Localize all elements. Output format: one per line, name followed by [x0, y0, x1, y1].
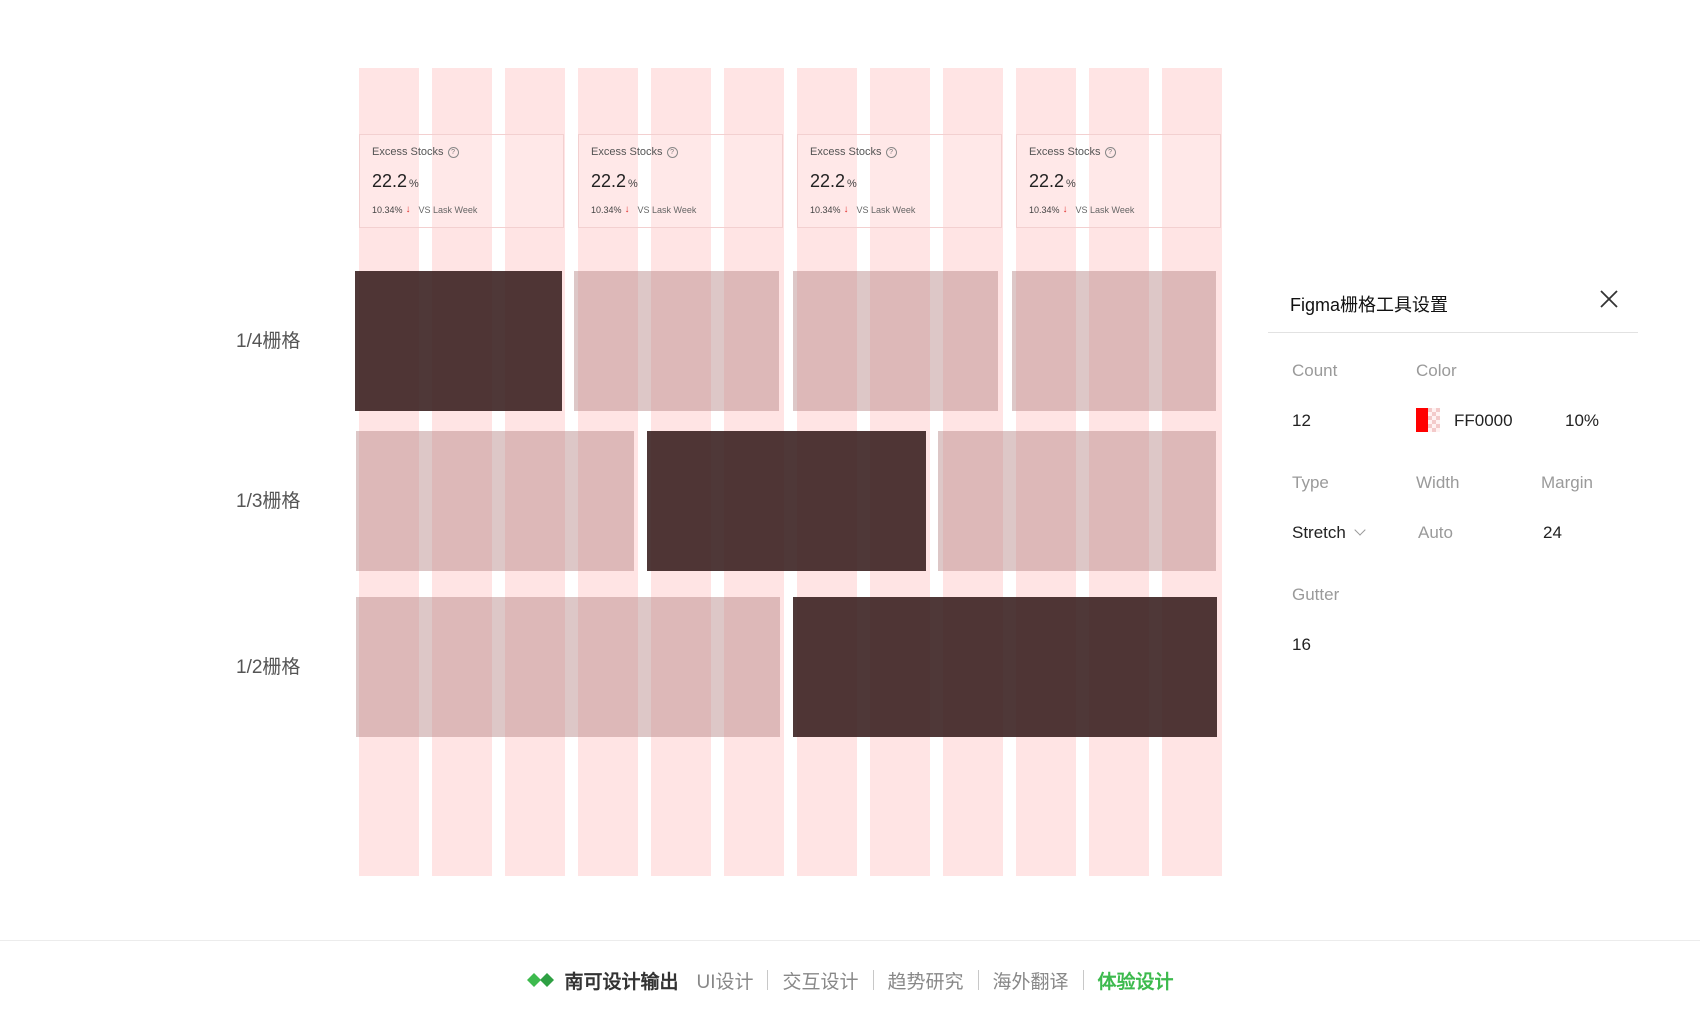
- margin-label: Margin: [1541, 473, 1593, 492]
- help-icon: ?: [885, 146, 897, 158]
- card-change: 10.34%: [372, 204, 403, 215]
- footer-divider: [0, 940, 1700, 941]
- color-swatch[interactable]: [1416, 408, 1440, 432]
- chevron-down-icon: [1354, 524, 1366, 536]
- brand-logo-icon: [527, 973, 555, 987]
- arrow-down-icon: ↓: [843, 204, 849, 215]
- type-select[interactable]: Stretch: [1292, 523, 1366, 543]
- gutter-input[interactable]: 16: [1292, 635, 1311, 655]
- footer-link-trend-research[interactable]: 趋势研究: [888, 967, 964, 994]
- opacity-input[interactable]: 10%: [1565, 411, 1599, 431]
- help-icon: ?: [666, 146, 678, 158]
- card-compare: VS Lask Week: [418, 204, 478, 215]
- gutter-label: Gutter: [1292, 585, 1340, 604]
- card-title: Excess Stocks: [810, 146, 882, 158]
- card-unit: %: [409, 178, 419, 190]
- footer-separator: [1082, 970, 1084, 990]
- close-icon[interactable]: [1598, 288, 1620, 310]
- grid-block-quarter: [793, 271, 998, 411]
- card-title: Excess Stocks: [591, 146, 663, 158]
- panel-title: Figma栅格工具设置: [1290, 295, 1449, 315]
- footer-link-interaction-design[interactable]: 交互设计: [782, 967, 858, 994]
- grid-block-half: [356, 597, 780, 737]
- arrow-down-icon: ↓: [1062, 204, 1068, 215]
- grid-block-half-highlight: [793, 597, 1217, 737]
- width-label: Width: [1416, 473, 1460, 492]
- width-input[interactable]: Auto: [1418, 523, 1453, 543]
- card-value: 22.2: [591, 171, 627, 191]
- card-title: Excess Stocks: [372, 146, 444, 158]
- count-label: Count: [1292, 361, 1338, 380]
- footer-separator: [977, 970, 979, 990]
- count-input[interactable]: 12: [1292, 411, 1311, 431]
- row-label-third: 1/3栅格: [236, 491, 301, 512]
- footer-link-translation[interactable]: 海外翻译: [993, 967, 1069, 994]
- grid-block-third-highlight: [647, 431, 926, 571]
- footer-link-experience-design[interactable]: 体验设计: [1098, 967, 1174, 994]
- type-label: Type: [1292, 473, 1329, 492]
- card-change: 10.34%: [810, 204, 841, 215]
- help-icon: ?: [447, 146, 459, 158]
- card-unit: %: [847, 178, 857, 190]
- arrow-down-icon: ↓: [405, 204, 411, 215]
- grid-block-third: [938, 431, 1216, 571]
- help-icon: ?: [1104, 146, 1116, 158]
- card-value: 22.2: [810, 171, 846, 191]
- panel-divider: [1268, 332, 1638, 333]
- grid-block-third: [356, 431, 634, 571]
- footer-separator: [767, 970, 769, 990]
- stat-card: Excess Stocks? 22.2% 10.34% ↓ VS Lask Week: [578, 134, 783, 228]
- grid-block-quarter: [1012, 271, 1216, 411]
- card-title: Excess Stocks: [1029, 146, 1101, 158]
- grid-settings-panel: Figma栅格工具设置 Count Color 12 FF0000 10% Ty…: [1268, 270, 1638, 690]
- card-compare: VS Lask Week: [856, 204, 916, 215]
- card-change: 10.34%: [1029, 204, 1060, 215]
- footer-link-ui-design[interactable]: UI设计: [696, 967, 753, 994]
- row-label-half: 1/2栅格: [236, 657, 301, 678]
- grid-block-quarter: [574, 271, 779, 411]
- grid-block-quarter-highlight: [355, 271, 562, 411]
- arrow-down-icon: ↓: [624, 204, 630, 215]
- brand-name: 南可设计输出: [564, 971, 679, 993]
- row-label-quarter: 1/4栅格: [236, 331, 301, 352]
- card-value: 22.2: [1029, 171, 1065, 191]
- card-change: 10.34%: [591, 204, 622, 215]
- footer: 南可设计输出 UI设计 交互设计 趋势研究 海外翻译 体验设计: [0, 960, 1700, 1000]
- type-select-value: Stretch: [1292, 523, 1346, 542]
- stat-card: Excess Stocks? 22.2% 10.34% ↓ VS Lask Week: [1016, 134, 1221, 228]
- color-hex-input[interactable]: FF0000: [1454, 411, 1513, 431]
- stat-card: Excess Stocks? 22.2% 10.34% ↓ VS Lask Week: [359, 134, 564, 228]
- card-unit: %: [1066, 178, 1076, 190]
- card-unit: %: [628, 178, 638, 190]
- stat-card: Excess Stocks? 22.2% 10.34% ↓ VS Lask Week: [797, 134, 1002, 228]
- footer-separator: [872, 970, 874, 990]
- color-label: Color: [1416, 361, 1457, 380]
- card-value: 22.2: [372, 171, 408, 191]
- card-compare: VS Lask Week: [637, 204, 697, 215]
- card-compare: VS Lask Week: [1075, 204, 1135, 215]
- margin-input[interactable]: 24: [1543, 523, 1562, 543]
